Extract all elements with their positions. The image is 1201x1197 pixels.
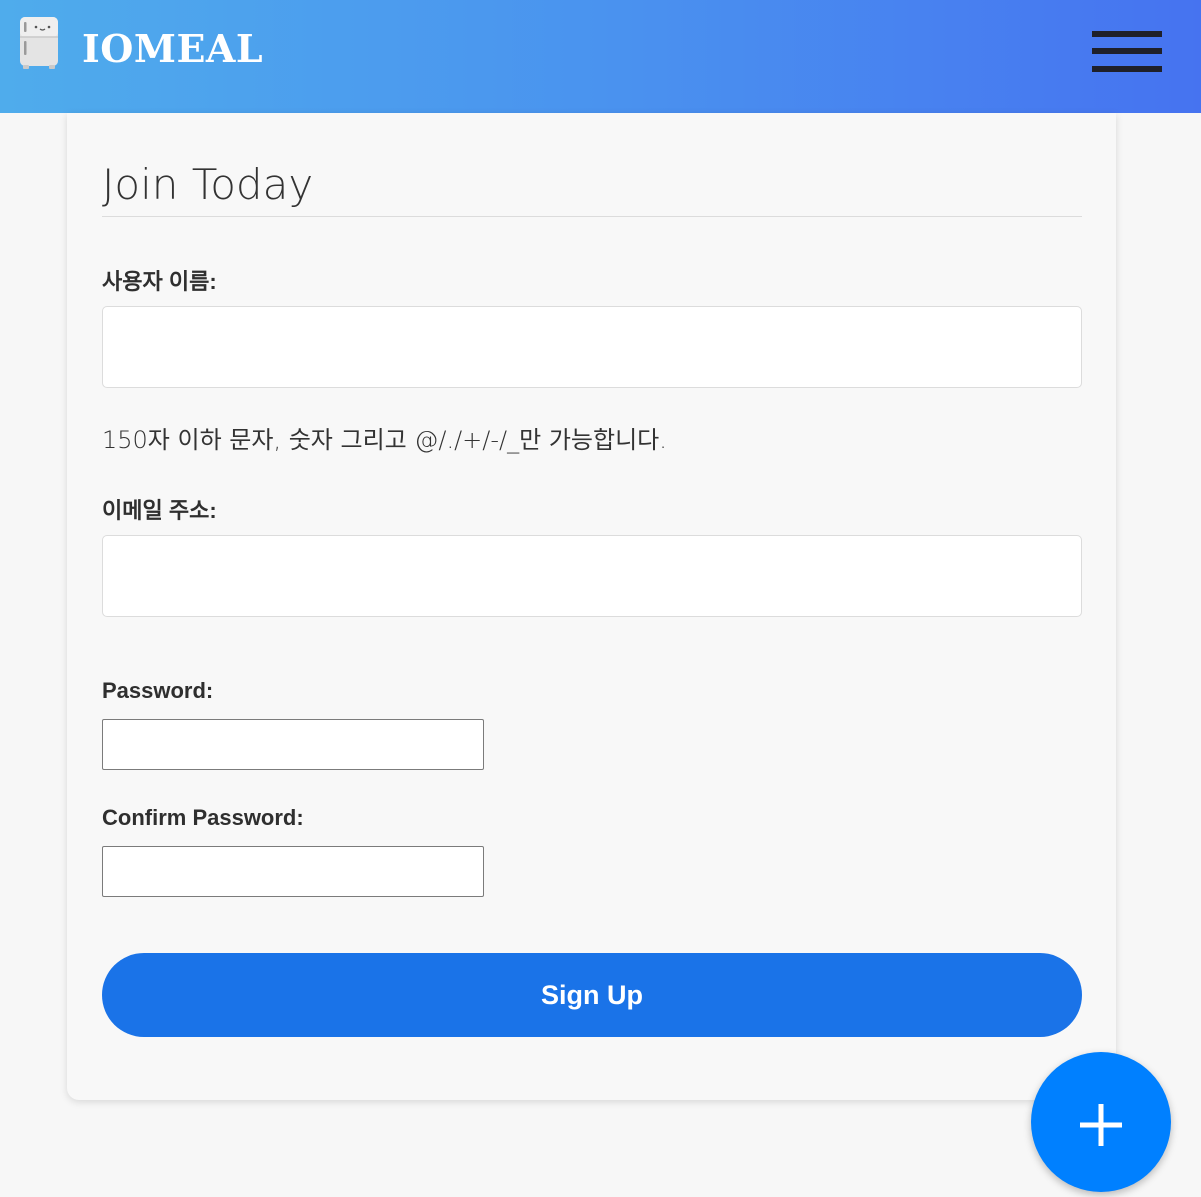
sign-up-button[interactable]: Sign Up bbox=[102, 953, 1082, 1037]
password-input[interactable] bbox=[102, 719, 484, 770]
add-fab-button[interactable] bbox=[1031, 1052, 1171, 1192]
navbar: IOMEAL bbox=[0, 0, 1201, 113]
plus-icon bbox=[1080, 1104, 1122, 1146]
brand-name[interactable]: IOMEAL bbox=[82, 26, 263, 71]
form-title: Join Today bbox=[102, 158, 1082, 217]
username-help-text: 150자 이하 문자, 숫자 그리고 @/./+/-/_만 가능합니다. bbox=[102, 426, 667, 454]
confirm-password-input[interactable] bbox=[102, 846, 484, 897]
username-input[interactable] bbox=[102, 306, 1082, 388]
password-label: Password: bbox=[102, 678, 214, 703]
fridge-icon[interactable] bbox=[19, 16, 59, 70]
hamburger-menu-icon[interactable] bbox=[1090, 28, 1162, 78]
email-input[interactable] bbox=[102, 535, 1082, 617]
email-label: 이메일 주소: bbox=[102, 498, 217, 523]
username-label: 사용자 이름: bbox=[102, 269, 217, 294]
confirm-password-label: Confirm Password: bbox=[102, 805, 304, 830]
